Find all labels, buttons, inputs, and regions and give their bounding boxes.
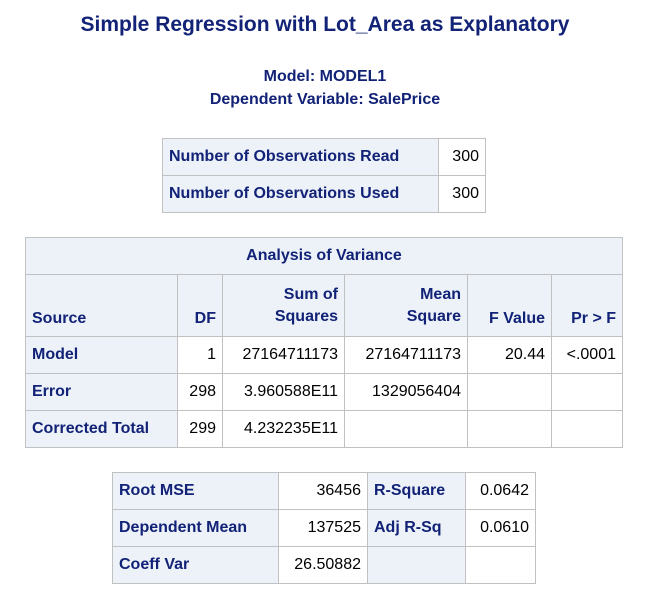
cell-df: 299 [177,410,223,448]
cell-f: 20.44 [467,336,552,374]
fit-label: Adj R-Sq [367,509,466,547]
col-header-df: DF [177,274,223,337]
cell-ms: 1329056404 [344,373,468,411]
anova-table: Analysis of Variance Source DF Sum of Squ… [25,237,623,448]
dependent-variable-line: Dependent Variable: SalePrice [209,91,441,108]
table-row: Number of Observations Read 300 [162,138,486,176]
anova-caption: Analysis of Variance [25,237,623,275]
fit-value: 137525 [278,509,368,547]
observations-label: Number of Observations Used [162,175,439,213]
fit-value: 36456 [278,472,368,510]
col-header-sum-of-squares: Sum of Squares [222,274,345,337]
table-row: Number of Observations Used 300 [162,175,486,213]
cell-ms [344,410,468,448]
model-line: Model: MODEL1 [263,68,387,85]
observations-table: Number of Observations Read 300 Number o… [162,138,486,213]
table-row: Root MSE 36456 R-Square 0.0642 [112,472,536,510]
fit-label [367,546,466,584]
cell-p: <.0001 [551,336,623,374]
cell-p [551,373,623,411]
cell-f [467,373,552,411]
row-source: Error [25,373,178,411]
table-row: Corrected Total 299 4.232235E11 [25,410,623,448]
fit-label: Dependent Mean [112,509,279,547]
row-source: Model [25,336,178,374]
cell-df: 1 [177,336,223,374]
fit-value [465,546,536,584]
cell-ms: 27164711173 [344,336,468,374]
table-row: Dependent Mean 137525 Adj R-Sq 0.0610 [112,509,536,547]
cell-ss: 27164711173 [222,336,345,374]
observations-value: 300 [438,175,486,213]
observations-label: Number of Observations Read [162,138,439,176]
table-row: Model 1 27164711173 27164711173 20.44 <.… [25,336,623,374]
col-header-p-value: Pr > F [551,274,623,337]
cell-ss: 3.960588E11 [222,373,345,411]
fit-value: 0.0642 [465,472,536,510]
observations-value: 300 [438,138,486,176]
report-title: Simple Regression with Lot_Area as Expla… [80,13,570,36]
fit-label: Root MSE [112,472,279,510]
row-source: Corrected Total [25,410,178,448]
table-row: Coeff Var 26.50882 [112,546,536,584]
cell-f [467,410,552,448]
fit-statistics-table: Root MSE 36456 R-Square 0.0642 Dependent… [112,472,536,584]
table-row: Analysis of Variance [25,237,623,275]
anova-header-row: Source DF Sum of Squares Mean Square F Val… [25,274,623,337]
fit-label: R-Square [367,472,466,510]
cell-p [551,410,623,448]
fit-label: Coeff Var [112,546,279,584]
col-header-mean-square: Mean Square [344,274,468,337]
fit-value: 0.0610 [465,509,536,547]
table-row: Error 298 3.960588E11 1329056404 [25,373,623,411]
cell-ss: 4.232235E11 [222,410,345,448]
col-header-source: Source [25,274,178,337]
cell-df: 298 [177,373,223,411]
fit-value: 26.50882 [278,546,368,584]
col-header-f-value: F Value [467,274,552,337]
